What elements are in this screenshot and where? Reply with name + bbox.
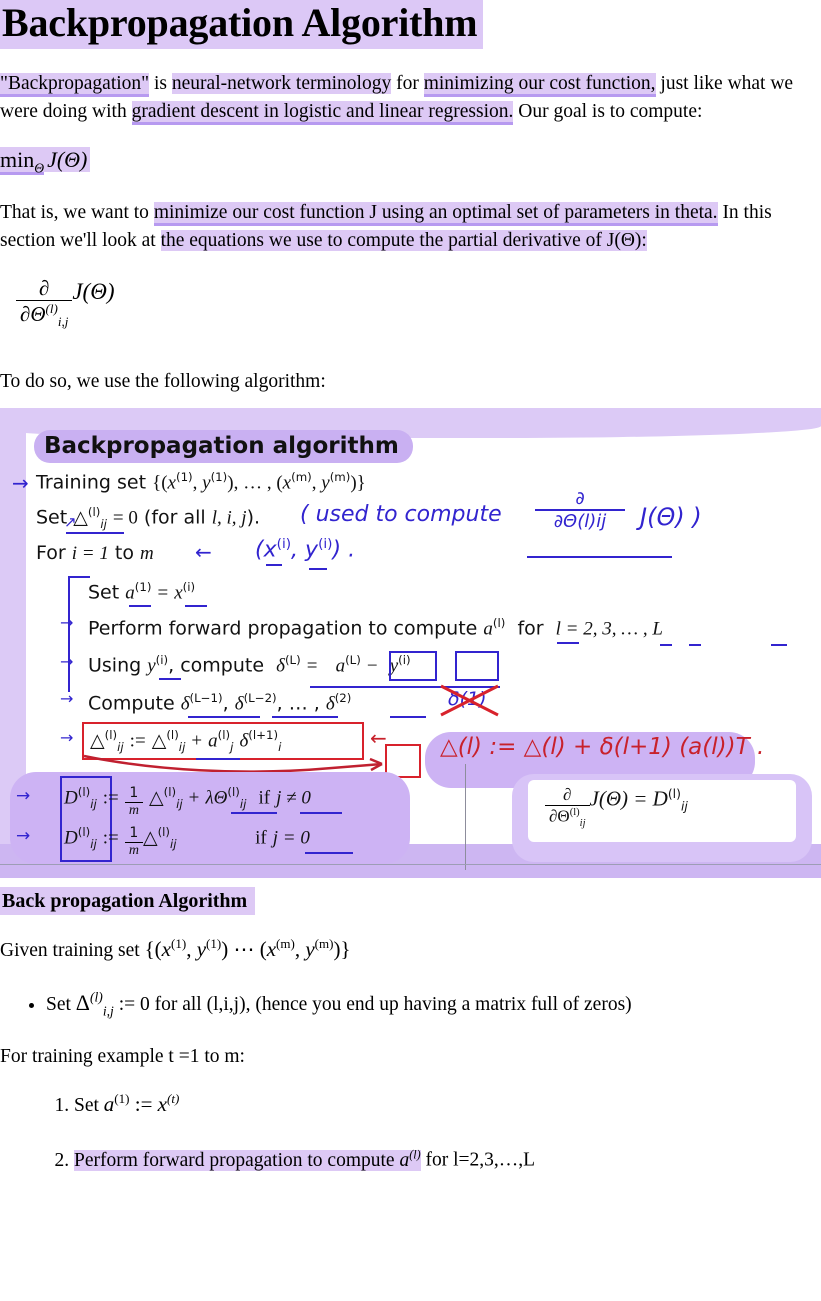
blue-underline-lambda: [231, 812, 277, 815]
slide-line-set-a: Set a(1) = x(i): [88, 580, 196, 604]
blue-underline-a1: [129, 605, 151, 608]
slide-line-forward-prop: Perform forward propagation to compute a…: [88, 616, 663, 640]
blue-arrow-icon-6: →: [60, 689, 74, 709]
blue-underline-aj: [196, 758, 240, 761]
page-title-text: Backpropagation Algorithm: [0, 0, 484, 49]
blue-arrow-icon-3: ←: [195, 540, 212, 565]
step2-highlight: Perform forward propagation to compute a…: [74, 1147, 421, 1171]
partial-denominator: ∂Θ(l)i,j: [20, 300, 69, 329]
step2-tail: for l=2,3,…,L: [420, 1149, 536, 1171]
blue-box-aL: [389, 651, 437, 682]
intro-paragraph: "Backpropagation" is neural-network term…: [0, 70, 821, 125]
blue-underline-y: [309, 568, 327, 571]
slide-line-d-zero: D(l)ij := 1 m △(l)ij if j = 0: [64, 825, 310, 858]
blue-annotation-fraction: ∂ ∂Θ(l)ij: [535, 488, 625, 532]
blue-underline-L: [771, 644, 787, 647]
given-training-set: Given training set {(x(1), y(1)) ⋯ (x(m)…: [0, 936, 351, 962]
blue-annotation-tail: J(Θ) ): [640, 503, 702, 532]
blue-underline-l3: [689, 644, 701, 647]
slide-line-partial-equals-d: ∂ ∂Θ(l)ij J(Θ) = D(l)ij: [545, 786, 688, 829]
partial-denominator-sup: (l): [45, 300, 58, 316]
right-frac-num: ∂: [563, 785, 572, 805]
intro-seg-2: is: [149, 73, 172, 94]
blue-arrow-icon-4: →: [60, 613, 74, 633]
equation-min-subscript: Θ: [34, 160, 45, 176]
slide-bottom-rule: [0, 864, 821, 866]
section-heading-backprop: Back propagation Algorithm: [0, 887, 821, 916]
blue-loop-bracket-top: [68, 576, 90, 579]
blue-arrow-icon-2: ↗: [64, 513, 77, 532]
para2-seg-4: the equations we use to compute the part…: [160, 229, 647, 251]
slide-title: Backpropagation algorithm: [34, 430, 413, 464]
blue-underline-dL2: [272, 716, 338, 719]
numbered-steps-list: Set a(1) := x(t) Perform forward propaga…: [0, 1089, 821, 1175]
equation-min-theta: minΘ J(Θ): [0, 147, 821, 177]
blue-arrow-icon-5: →: [60, 652, 74, 672]
blue-underline-note: [527, 556, 672, 559]
partial-numerator: ∂: [38, 275, 50, 300]
blue-arrow-icon-7: →: [60, 728, 74, 748]
intro-seg-1: "Backpropagation": [0, 73, 150, 97]
blue-underline-xi: [185, 605, 207, 608]
blue-arrow-icon-8: →: [16, 786, 31, 807]
blue-box-yi: [455, 651, 499, 682]
blue-underline-yi2: [159, 678, 181, 681]
bullet-list-init: Set Δ(l)i,j := 0 for all (l,i,j), (hence…: [0, 987, 821, 1021]
intro-seg-4: for: [391, 73, 424, 94]
slide-line-training-set: Training set {(x(1), y(1)), … , (x(m), y…: [36, 470, 366, 494]
intro-seg-5: minimizing our cost function,: [423, 73, 656, 97]
blue-annotation-used-to-compute: ( used to compute: [300, 502, 502, 528]
list-item: Set Δ(l)i,j := 0 for all (l,i,j), (hence…: [46, 987, 821, 1021]
equation-min-body: J(Θ): [44, 147, 91, 173]
intro-seg-3: neural-network terminology: [171, 73, 392, 94]
equation-partial-derivative: ∂ ∂Θ(l)i,j J(Θ): [0, 275, 821, 329]
slide-line-for-loop: For i = 1 to m: [36, 542, 154, 565]
red-annotation-delta-matrix: △(l) := △(l) + δ(l+1) (a(l))T .: [440, 734, 765, 761]
blue-fraction-numerator: ∂: [575, 488, 585, 510]
equation-min-label: minΘ: [0, 147, 45, 176]
blue-arrow-icon-1: →: [12, 471, 29, 496]
document-page: Backpropagation Algorithm "Backpropagati…: [0, 0, 821, 1301]
lecture-slide-image: Backpropagation algorithm → Training set…: [0, 408, 821, 879]
section-heading-text: Back propagation Algorithm: [0, 887, 256, 916]
slide-vertical-divider: [465, 764, 466, 871]
list-item: Perform forward propagation to compute a…: [74, 1146, 821, 1175]
blue-annotation-xy: (x(i), y(i)) .: [255, 536, 356, 563]
para2-seg-1: That is, we want to: [0, 202, 154, 224]
para-minimize: That is, we want to minimize our cost fu…: [0, 199, 821, 254]
partial-fraction: ∂ ∂Θ(l)i,j: [16, 275, 73, 329]
blue-loop-bracket: [68, 576, 70, 693]
blue-underline-x: [266, 564, 282, 567]
slide-line-delta-update: △(l)ij := △(l)ij + a(l)j δ(l+1)i: [90, 728, 282, 755]
partial-denominator-sub: i,j: [57, 313, 69, 329]
for-training-example: For training example t =1 to m:: [0, 1046, 245, 1068]
blue-underline-dL1: [188, 716, 260, 719]
blue-underline-l2: [660, 644, 672, 647]
slide-line-compute-deltas: Compute δ(L−1), δ(L−2), … , δ(2): [88, 691, 352, 715]
slide-line-using-y: Using y(i), compute δ(L) = a(L) − y(i): [88, 653, 411, 677]
blue-arrow-icon-9: →: [16, 826, 31, 847]
blue-underline-delta: [66, 532, 124, 535]
blue-underline-d2: [390, 716, 426, 719]
intro-seg-7: gradient descent in logistic and linear …: [131, 100, 514, 125]
red-cross-out-icon: [440, 684, 499, 717]
lead-in-text: To do so, we use the following algorithm…: [0, 371, 326, 393]
blue-underline-al: [557, 642, 579, 645]
list-item: Set a(1) := x(t): [74, 1089, 821, 1120]
para2-seg-2: minimize our cost function J using an op…: [153, 202, 718, 227]
blue-fraction-denominator: ∂Θ(l)ij: [553, 511, 607, 533]
blue-underline-jneq0: [300, 812, 342, 815]
page-title: Backpropagation Algorithm: [0, 0, 821, 49]
blue-underline-jeq0: [305, 852, 353, 855]
partial-tail: J(Θ): [72, 278, 115, 304]
intro-seg-8: Our goal is to compute:: [513, 100, 703, 122]
